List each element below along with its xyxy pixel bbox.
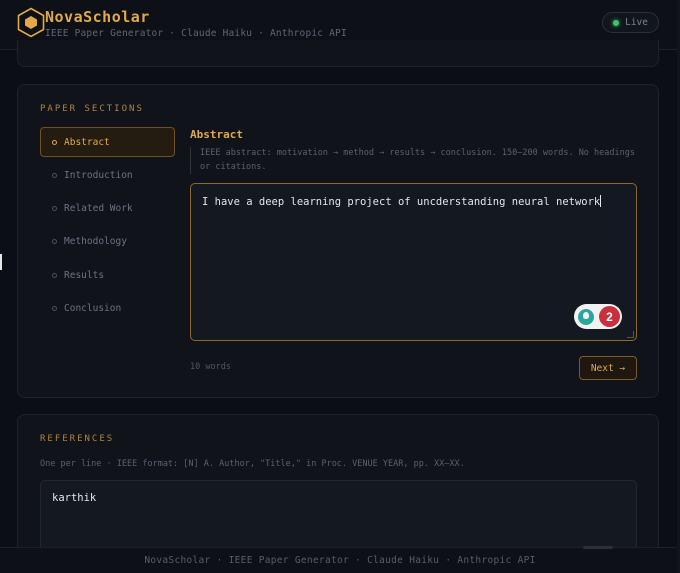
section-title: Abstract [190,128,243,141]
text-caret [600,195,602,207]
section-item-label: Methodology [64,236,127,248]
section-dot-icon [52,139,57,145]
section-item-label: Results [64,269,105,281]
app-subtitle: IEEE Paper Generator · Claude Haiku · An… [45,28,347,39]
suggestion-count-badge: 2 [599,306,620,327]
live-dot-icon [613,19,620,26]
section-item-label: Related Work [64,203,133,215]
section-dot-icon [52,206,57,212]
paper-sections-title: PAPER SECTIONS [40,104,144,114]
section-item-introduction[interactable]: Introduction [40,160,175,190]
status-badge: Live [602,12,659,33]
app-footer: NovaScholar · IEEE Paper Generator · Cla… [0,546,680,573]
section-item-label: Conclusion [64,302,122,314]
section-item-methodology[interactable]: Methodology [40,227,175,257]
sections-nav: Abstract Introduction Related Work Metho… [40,127,175,327]
section-item-label: Abstract [64,136,110,148]
status-label: Live [625,17,648,28]
references-hint: One per line · IEEE format: [N] A. Autho… [40,459,465,469]
resize-handle-icon[interactable] [627,331,634,338]
footer-handle [583,546,613,549]
section-dot-icon [52,172,57,178]
section-text-editor[interactable]: I have a deep learning project of uncder… [190,183,637,341]
references-text: karthik [52,492,97,504]
bulb-icon [578,308,594,325]
grammar-extension-button[interactable]: 2 [574,304,622,329]
section-item-label: Introduction [64,169,133,181]
section-hint: IEEE abstract: motivation → method → res… [190,147,640,174]
hexagon-logo-icon [17,7,45,38]
paper-sections-card: PAPER SECTIONS Abstract Introduction Rel… [17,84,659,398]
word-count: 10 words [190,362,231,372]
app-name: NovaScholar [45,8,150,26]
references-title: REFERENCES [40,434,115,444]
section-item-results[interactable]: Results [40,260,175,290]
footer-text: NovaScholar · IEEE Paper Generator · Cla… [144,555,536,566]
section-dot-icon [52,305,57,311]
section-dot-icon [52,239,57,245]
section-dot-icon [52,272,57,278]
section-item-conclusion[interactable]: Conclusion [40,293,175,323]
editor-text: I have a deep learning project of uncder… [202,196,601,208]
next-button[interactable]: Next → [579,356,637,380]
previous-card [17,40,659,67]
window-edge-marker [0,254,2,270]
section-item-abstract[interactable]: Abstract [40,127,175,157]
section-item-related-work[interactable]: Related Work [40,194,175,224]
